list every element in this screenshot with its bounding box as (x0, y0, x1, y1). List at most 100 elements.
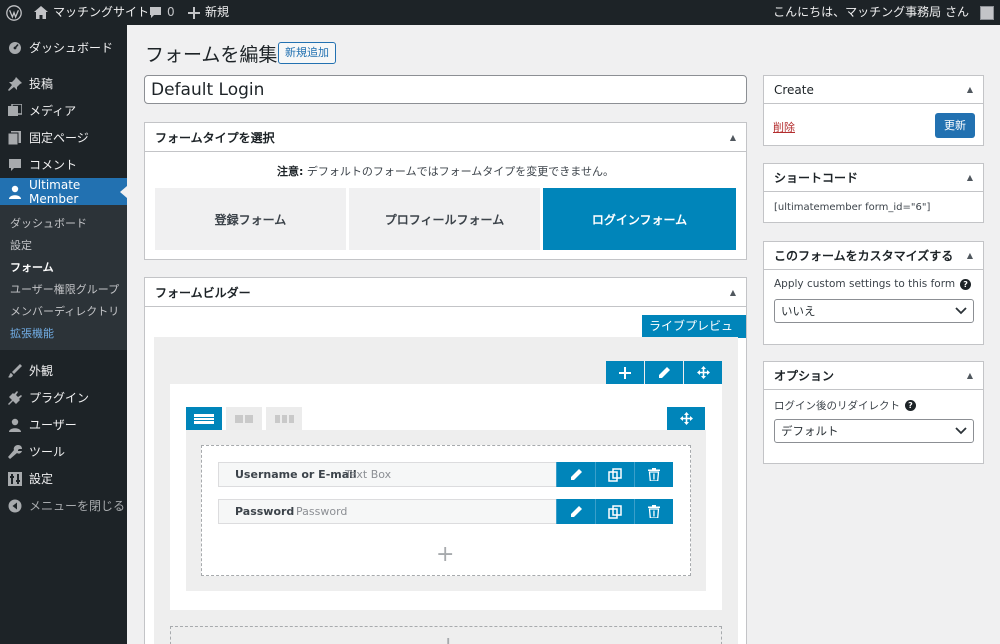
submenu-member-directories[interactable]: メンバーディレクトリ (10, 303, 119, 319)
form-type-header[interactable]: フォームタイプを選択 ▲ (145, 123, 746, 152)
form-builder-header[interactable]: フォームビルダー ▲ (145, 278, 746, 307)
column-wrapper: Username or E-mail Text Box Password Pas… (186, 430, 706, 591)
add-field-plus-icon[interactable]: + (436, 544, 454, 566)
two-column-tab[interactable] (226, 407, 262, 430)
customize-box: このフォームをカスタマイズする ▲ Apply custom settings … (763, 241, 984, 345)
create-box: Create ▲ 削除 更新 (763, 75, 984, 146)
menu-label: ダッシュボード (29, 41, 114, 55)
delete-field-button[interactable] (634, 499, 673, 524)
menu-pages[interactable]: 固定ページ (0, 124, 127, 151)
add-row-dropzone[interactable]: + (170, 626, 722, 644)
menu-label: メディア (29, 104, 77, 118)
delete-field-button[interactable] (634, 462, 673, 487)
appearance-icon (8, 363, 22, 378)
duplicate-icon (608, 467, 622, 482)
three-column-tab[interactable] (266, 407, 302, 430)
collapse-arrow-icon[interactable]: ▲ (967, 173, 973, 182)
collapse-arrow-icon[interactable]: ▲ (967, 251, 973, 260)
wrench-icon (8, 444, 22, 459)
submenu-dashboard[interactable]: ダッシュボード (10, 215, 87, 231)
menu-comments[interactable]: コメント (0, 151, 127, 178)
menu-users[interactable]: ユーザー (0, 411, 127, 438)
pin-icon (8, 76, 22, 91)
menu-collapse[interactable]: メニューを閉じる (0, 492, 127, 519)
collapse-arrow-icon[interactable]: ▲ (967, 371, 973, 380)
duplicate-field-button[interactable] (595, 462, 634, 487)
form-title-input[interactable] (144, 75, 747, 104)
account-menu[interactable]: こんにちは、マッチング事務局 さん (773, 0, 994, 25)
add-new-button[interactable]: 新規追加 (278, 42, 336, 64)
home-icon (34, 6, 48, 19)
customize-header[interactable]: このフォームをカスタマイズする ▲ (764, 242, 983, 270)
options-header[interactable]: オプション ▲ (764, 362, 983, 390)
create-header[interactable]: Create ▲ (764, 76, 983, 104)
type-login-button[interactable]: ログインフォーム (543, 188, 736, 250)
new-content-link[interactable]: 新規 (188, 0, 229, 25)
menu-appearance[interactable]: 外観 (0, 357, 127, 384)
collapse-arrow-icon[interactable]: ▲ (967, 85, 973, 94)
redirect-select[interactable]: デフォルト (774, 419, 974, 443)
move-row-button[interactable] (684, 361, 722, 384)
custom-settings-label: Apply custom settings to this form ? (774, 278, 972, 290)
field-label: Password (235, 505, 295, 518)
menu-label: ユーザー (29, 418, 77, 432)
live-preview-button[interactable]: ライブプレビュー (642, 315, 746, 356)
field-password[interactable]: Password Password (218, 499, 673, 524)
menu-ultimate-member[interactable]: Ultimate Member (0, 178, 127, 206)
menu-tools[interactable]: ツール (0, 438, 127, 465)
comments-link[interactable]: 0 (149, 0, 175, 25)
one-column-tab[interactable] (186, 407, 222, 430)
trash-icon (648, 468, 660, 481)
submenu-settings[interactable]: 設定 (10, 237, 32, 253)
site-name-link[interactable]: マッチングサイト (34, 0, 149, 25)
form-builder-title: フォームビルダー (155, 285, 251, 300)
builder-area: Username or E-mail Text Box Password Pas… (154, 337, 738, 644)
settings-icon (8, 471, 22, 486)
help-icon[interactable]: ? (960, 278, 972, 290)
submenu-extensions[interactable]: 拡張機能 (10, 325, 54, 341)
collapse-arrow-icon[interactable]: ▲ (730, 288, 736, 297)
notice-text: デフォルトのフォームではフォームタイプを変更できません。 (303, 165, 614, 178)
edit-row-button[interactable] (645, 361, 683, 384)
help-icon[interactable]: ? (905, 400, 916, 411)
comment-icon (150, 7, 161, 18)
delete-link[interactable]: 削除 (773, 119, 795, 135)
menu-dashboard[interactable]: ダッシュボード (0, 34, 127, 61)
add-row-plus-icon[interactable]: + (439, 633, 457, 644)
menu-plugins[interactable]: プラグイン (0, 384, 127, 411)
custom-settings-select[interactable]: いいえ (774, 299, 974, 323)
edit-field-button[interactable] (556, 462, 595, 487)
edit-field-button[interactable] (556, 499, 595, 524)
type-register-button[interactable]: 登録フォーム (155, 188, 346, 250)
field-type: Text Box (345, 468, 392, 481)
wordpress-logo-icon[interactable] (6, 0, 22, 25)
select-value: いいえ (781, 304, 816, 318)
move-column-button[interactable] (667, 407, 705, 430)
menu-label: 投稿 (29, 77, 54, 91)
plus-icon (188, 6, 200, 19)
submenu-user-roles[interactable]: ユーザー権限グループ (10, 281, 119, 297)
collapse-arrow-icon[interactable]: ▲ (730, 133, 736, 142)
menu-label: 設定 (29, 472, 54, 486)
field-username[interactable]: Username or E-mail Text Box (218, 462, 673, 487)
type-profile-button[interactable]: プロフィールフォーム (349, 188, 540, 250)
shortcode-text[interactable]: [ultimatemember form_id="6"] (774, 202, 930, 213)
shortcode-header[interactable]: ショートコード ▲ (764, 164, 983, 192)
move-icon (679, 412, 693, 425)
update-button[interactable]: 更新 (935, 113, 975, 138)
submenu-forms[interactable]: フォーム (10, 259, 54, 275)
form-type-notice: 注意: デフォルトのフォームではフォームタイプを変更できません。 (145, 163, 746, 179)
add-row-button[interactable] (606, 361, 644, 384)
dashboard-icon (8, 41, 22, 55)
menu-media[interactable]: メディア (0, 97, 127, 124)
menu-settings[interactable]: 設定 (0, 465, 127, 492)
select-value: デフォルト (781, 424, 839, 438)
duplicate-field-button[interactable] (595, 499, 634, 524)
new-label: 新規 (205, 5, 230, 19)
page-title: フォームを編集 (145, 44, 278, 66)
menu-posts[interactable]: 投稿 (0, 70, 127, 97)
form-type-box: フォームタイプを選択 ▲ 注意: デフォルトのフォームではフォームタイプを変更で… (144, 122, 747, 260)
trash-icon (648, 505, 660, 518)
form-builder-box: フォームビルダー ▲ ライブプレビュー (144, 277, 747, 644)
redirect-label-text: ログイン後のリダイレクト (774, 400, 900, 412)
